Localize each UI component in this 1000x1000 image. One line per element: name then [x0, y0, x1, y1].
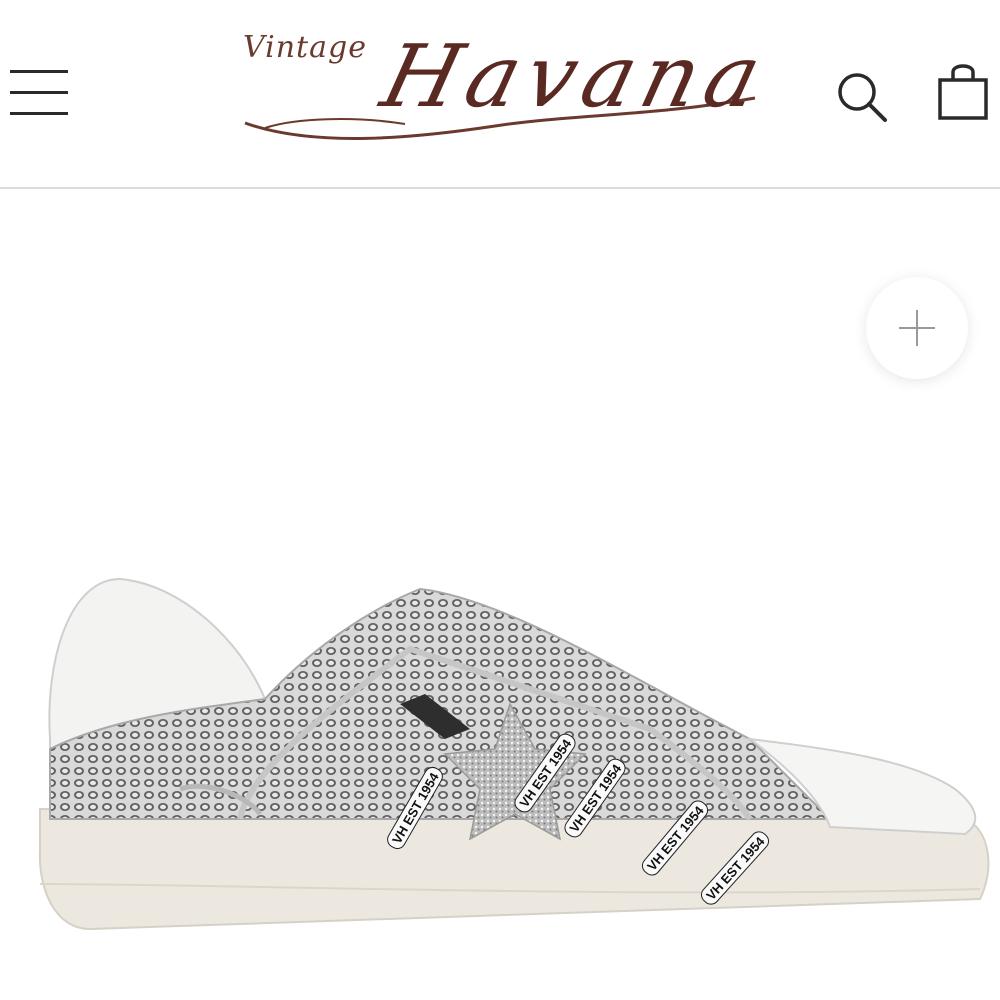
- product-image-gallery[interactable]: VH EST 1954 VH EST 1954 VH EST 1954 VH E…: [0, 189, 1000, 1000]
- shopping-bag-icon[interactable]: [936, 62, 992, 124]
- sneaker-product-image: VH EST 1954 VH EST 1954 VH EST 1954 VH E…: [38, 577, 990, 931]
- site-header: Vintage Havana: [0, 0, 1000, 189]
- zoom-button[interactable]: [866, 277, 968, 379]
- logo-big-text: Havana: [372, 27, 779, 127]
- logo-small-text: Vintage: [243, 30, 367, 65]
- search-icon[interactable]: [833, 68, 889, 124]
- hamburger-menu-icon[interactable]: [8, 70, 70, 116]
- site-logo[interactable]: Vintage Havana: [235, 27, 778, 158]
